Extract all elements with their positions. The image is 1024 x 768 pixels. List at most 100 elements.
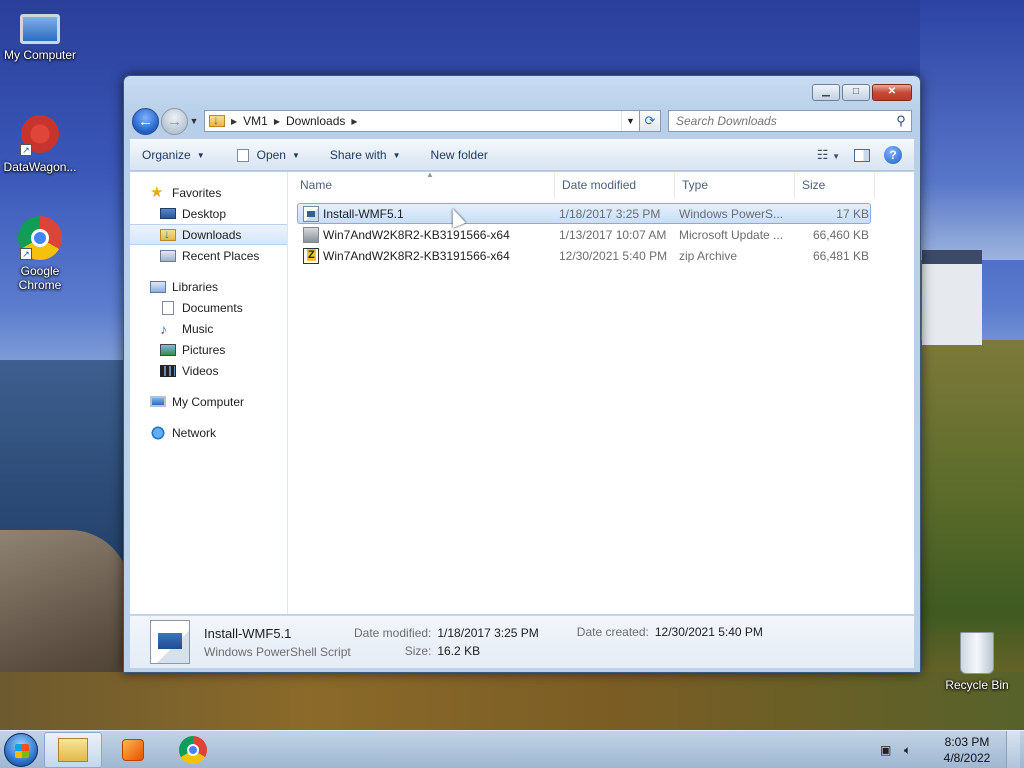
content-area: ★ Favorites Desktop Downloads Recent Pla…	[130, 170, 914, 614]
nav-desktop[interactable]: Desktop	[130, 203, 287, 224]
network-tray-icon[interactable]: ▣	[880, 743, 896, 757]
nav-pictures[interactable]: Pictures	[130, 339, 287, 360]
address-bar[interactable]: ▶ VM1 ▶ Downloads ▶ ▼	[204, 110, 640, 132]
file-name: Win7AndW2K8R2-KB3191566-x64	[323, 248, 510, 263]
breadcrumb-separator-icon[interactable]: ▶	[351, 117, 357, 126]
maximize-button[interactable]: □	[842, 84, 870, 101]
details-file-name: Install-WMF5.1	[204, 625, 292, 641]
desktop-icon-label: Recycle Bin	[945, 678, 1009, 692]
file-row[interactable]: Install-WMF5.1 1/18/2017 3:25 PM Windows…	[297, 203, 871, 224]
chevron-down-icon: ▼	[196, 150, 205, 160]
column-type[interactable]: Type	[675, 172, 795, 198]
folder-icon	[58, 737, 88, 762]
windows-logo-icon	[4, 732, 38, 767]
search-icon[interactable]: ⚲	[891, 113, 911, 129]
nav-videos[interactable]: Videos	[130, 360, 287, 381]
new-folder-button[interactable]: New folder	[431, 148, 488, 162]
minimize-button[interactable]: ▁	[812, 84, 840, 101]
refresh-button[interactable]: ⟳	[639, 110, 661, 132]
file-row[interactable]: Win7AndW2K8R2-KB3191566-x64 12/30/2021 5…	[297, 245, 871, 266]
shortcut-arrow-icon: ↗	[20, 144, 32, 156]
taskbar-chrome[interactable]	[164, 732, 222, 768]
desktop-icon-datawagon[interactable]: ↗ DataWagon...	[0, 112, 80, 174]
file-date: 1/13/2017 10:07 AM	[559, 227, 667, 242]
file-list[interactable]: ▲ Name Date modified Type Size Install-W…	[288, 170, 914, 614]
nav-libraries[interactable]: Libraries	[130, 276, 287, 297]
share-with-button[interactable]: Share with ▼	[330, 148, 401, 162]
file-size: 17 KB	[836, 206, 869, 221]
open-label: Open	[256, 148, 286, 162]
column-name[interactable]: Name	[288, 172, 555, 198]
breadcrumb-separator-icon[interactable]: ▶	[231, 117, 237, 126]
forward-button[interactable]: →	[161, 107, 188, 135]
file-rows: Install-WMF5.1 1/18/2017 3:25 PM Windows…	[288, 198, 914, 266]
close-button[interactable]: ✕	[872, 84, 912, 101]
breadcrumb-vm1[interactable]: VM1	[243, 114, 268, 128]
taskbar-explorer[interactable]	[44, 731, 102, 768]
breadcrumb-separator-icon[interactable]: ▶	[274, 117, 280, 126]
start-button[interactable]	[0, 731, 42, 768]
organize-button[interactable]: Organize ▼	[142, 148, 205, 162]
nav-my-computer[interactable]: My Computer	[130, 391, 287, 412]
address-history-dropdown[interactable]: ▼	[621, 111, 639, 131]
volume-icon[interactable]: 🔈︎	[904, 743, 920, 757]
file-type: zip Archive	[679, 248, 738, 263]
chrome-icon: ↗	[18, 216, 62, 260]
nav-label: My Computer	[172, 394, 245, 409]
file-date: 12/30/2021 5:40 PM	[559, 248, 668, 263]
back-button[interactable]: ←	[132, 107, 159, 135]
desktop-icon-my-computer[interactable]: My Computer	[0, 8, 80, 62]
nav-recent-places[interactable]: Recent Places	[130, 245, 287, 266]
show-desktop-button[interactable]	[1006, 730, 1020, 768]
desktop-icon-google-chrome[interactable]: ↗ Google Chrome	[0, 216, 80, 292]
libraries-icon	[150, 280, 166, 293]
taskbar-media-player[interactable]	[104, 732, 162, 768]
nav-network[interactable]: Network	[130, 422, 287, 443]
search-box[interactable]: ⚲	[668, 110, 912, 132]
desktop-icon-label: Google Chrome	[18, 264, 62, 292]
nav-label: Desktop	[182, 206, 227, 221]
file-size: 66,460 KB	[812, 227, 869, 242]
nav-label: Pictures	[182, 342, 226, 357]
nav-label: Recent Places	[182, 248, 260, 263]
open-button[interactable]: Open ▼	[235, 148, 300, 162]
clock-date: 4/8/2022	[943, 750, 991, 765]
change-view-icon[interactable]: ☷ ▼	[817, 147, 840, 163]
column-size[interactable]: Size	[795, 172, 875, 198]
nav-documents[interactable]: Documents	[130, 297, 287, 318]
nav-label: Music	[182, 321, 214, 336]
nav-music[interactable]: ♪ Music	[130, 318, 287, 339]
media-player-icon	[122, 738, 144, 761]
explorer-window[interactable]: ▁ □ ✕ ← → ▼ ▶ VM1 ▶ Downloads ▶ ▼ ⟳ ⚲ Or…	[123, 75, 921, 673]
datawagon-icon: ↗	[18, 112, 62, 156]
details-size: 16.2 KB	[437, 644, 481, 658]
powershell-script-icon	[303, 205, 319, 222]
wallpaper-foreground	[0, 672, 1024, 730]
recent-pages-dropdown[interactable]: ▼	[188, 116, 200, 126]
desktop-icon-label: My Computer	[3, 48, 77, 62]
recycle-bin-icon	[960, 632, 994, 674]
chevron-down-icon: ▼	[392, 150, 401, 160]
clock-time: 8:03 PM	[944, 734, 990, 749]
star-icon: ★	[150, 183, 164, 201]
desktop-icon-recycle-bin[interactable]: Recycle Bin	[935, 632, 1019, 692]
column-date-modified[interactable]: Date modified	[555, 172, 675, 198]
chrome-icon	[179, 735, 207, 764]
organize-label: Organize	[142, 148, 191, 162]
help-icon[interactable]: ?	[884, 146, 902, 164]
file-name: Install-WMF5.1	[323, 206, 404, 221]
breadcrumb-downloads[interactable]: Downloads	[286, 114, 345, 128]
wallpaper-house	[922, 250, 982, 345]
navigation-pane[interactable]: ★ Favorites Desktop Downloads Recent Pla…	[130, 172, 288, 614]
clock[interactable]: 8:03 PM 4/8/2022	[928, 734, 1006, 766]
desktop-icon-label: DataWagon...	[3, 160, 77, 174]
nav-label: Videos	[182, 363, 219, 378]
nav-favorites[interactable]: ★ Favorites	[130, 182, 287, 203]
music-icon: ♪	[160, 320, 167, 337]
nav-label: Favorites	[172, 185, 222, 200]
search-input[interactable]	[676, 114, 891, 128]
new-folder-label: New folder	[430, 148, 488, 162]
preview-pane-icon[interactable]	[854, 148, 870, 162]
file-row[interactable]: Win7AndW2K8R2-KB3191566-x64 1/13/2017 10…	[297, 224, 871, 245]
nav-downloads[interactable]: Downloads	[130, 224, 287, 245]
